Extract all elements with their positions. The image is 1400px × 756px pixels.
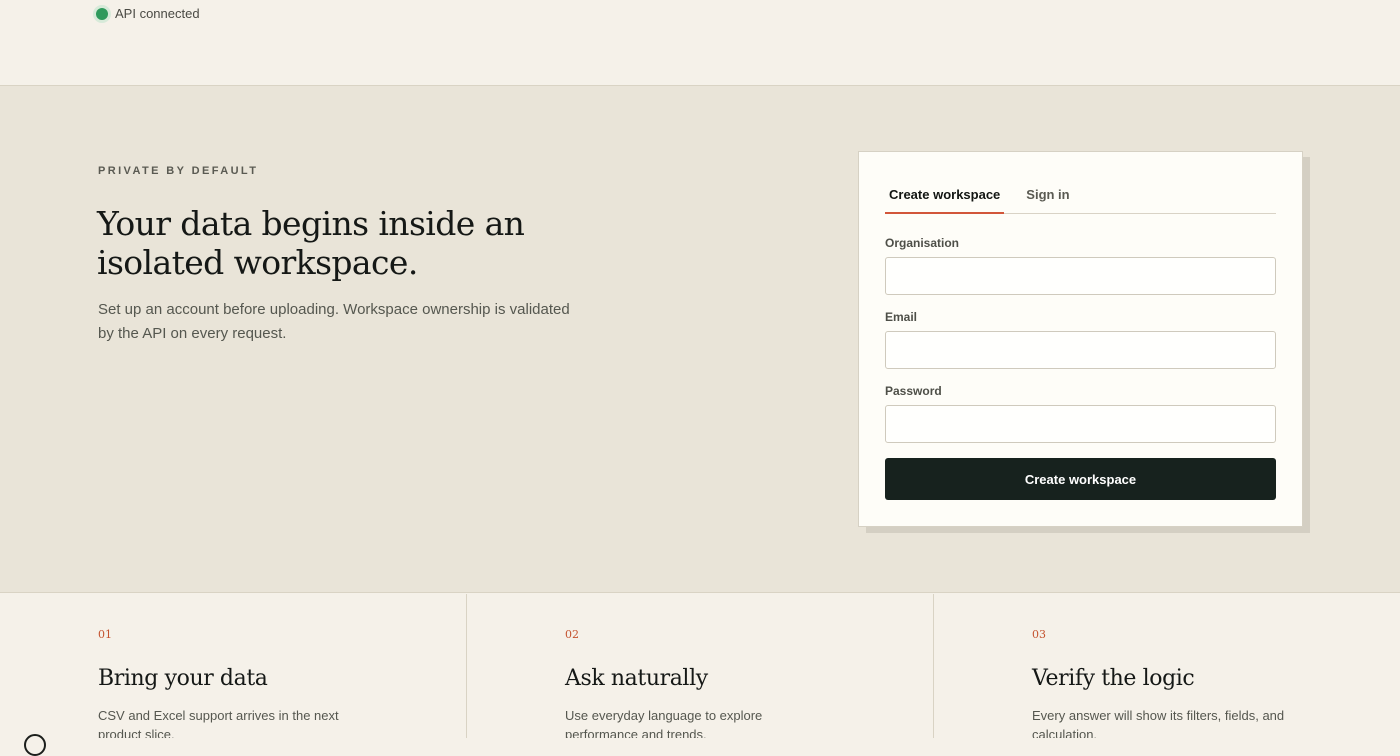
help-circle-icon[interactable] — [24, 734, 46, 756]
feature-number: 01 — [98, 628, 112, 641]
hero-title: Your data begins inside an isolated work… — [97, 204, 525, 282]
tab-create-workspace[interactable]: Create workspace — [885, 178, 1005, 214]
auth-tabs: Create workspace Sign in — [885, 178, 1276, 214]
feature-description: Use everyday language to explore perform… — [565, 708, 763, 738]
feature-title: Verify the logic — [1032, 666, 1195, 691]
tab-sign-in[interactable]: Sign in — [1022, 178, 1073, 214]
create-workspace-button[interactable]: Create workspace — [885, 458, 1276, 500]
feature-number: 02 — [565, 628, 579, 641]
email-label: Email — [885, 310, 918, 324]
top-bar: API connected — [0, 0, 1400, 86]
hero-subtitle: Set up an account before uploading. Work… — [98, 301, 570, 342]
feature-title: Ask naturally — [565, 666, 708, 691]
feature-description: CSV and Excel support arrives in the nex… — [98, 708, 339, 738]
feature-description: Every answer will show its filters, fiel… — [1032, 708, 1285, 738]
feature-number: 03 — [1032, 628, 1046, 641]
auth-card: Create workspace Sign in Organisation Em… — [858, 151, 1303, 527]
features-section: 01 Bring your data CSV and Excel support… — [0, 594, 1400, 738]
organisation-input[interactable] — [885, 257, 1276, 295]
feature-card: 02 Ask naturally Use everyday language t… — [467, 594, 934, 738]
password-label: Password — [885, 384, 942, 398]
status-dot-icon — [96, 7, 108, 20]
organisation-label: Organisation — [885, 236, 960, 250]
feature-card: 03 Verify the logic Every answer will sh… — [934, 594, 1400, 738]
feature-card: 01 Bring your data CSV and Excel support… — [0, 594, 467, 738]
feature-title: Bring your data — [98, 666, 268, 691]
hero-section: PRIVATE BY DEFAULT Your data begins insi… — [0, 86, 1400, 593]
password-input[interactable] — [885, 405, 1276, 443]
api-status-text: API connected — [115, 6, 200, 21]
hero-eyebrow: PRIVATE BY DEFAULT — [98, 165, 259, 177]
api-status: API connected — [96, 6, 200, 21]
email-input[interactable] — [885, 331, 1276, 369]
